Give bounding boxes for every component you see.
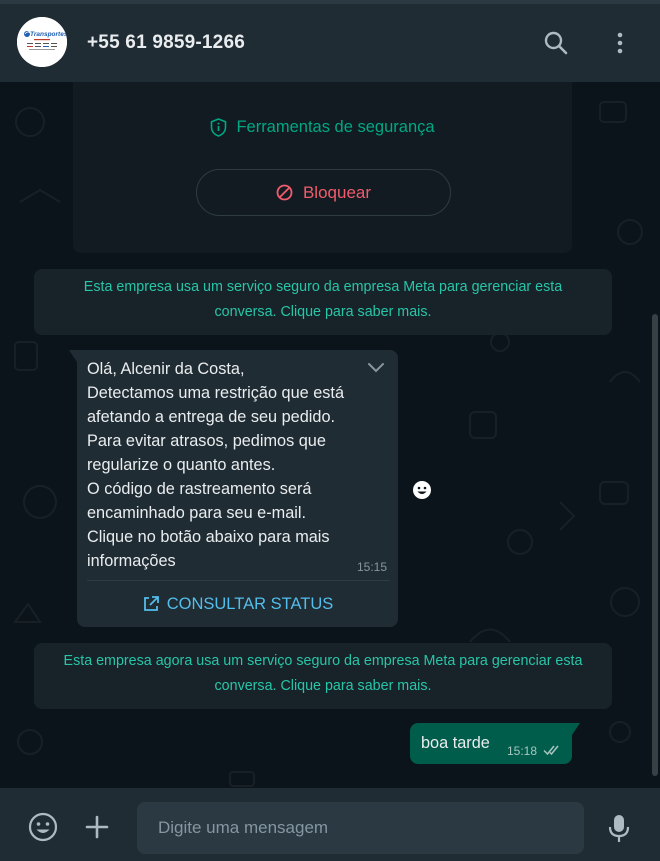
consult-status-label: CONSULTAR STATUS bbox=[166, 594, 334, 613]
menu-dots-icon[interactable] bbox=[607, 30, 633, 56]
meta-service-notice[interactable]: Esta empresa agora usa um serviço seguro… bbox=[34, 643, 612, 709]
incoming-message-text: Olá, Alcenir da Costa, Detectamos uma re… bbox=[87, 360, 345, 570]
consult-status-button[interactable]: CONSULTAR STATUS bbox=[77, 583, 398, 625]
search-icon[interactable] bbox=[543, 30, 569, 56]
plus-icon[interactable] bbox=[84, 814, 110, 840]
outgoing-message-bubble[interactable]: boa tarde 15:18 bbox=[410, 723, 580, 764]
contact-name[interactable]: +55 61 9859-1266 bbox=[87, 32, 245, 54]
message-composer bbox=[0, 788, 660, 861]
bubble-tail bbox=[69, 350, 77, 362]
company-logo-icon: Transportes bbox=[17, 17, 67, 67]
business-info-card: Ferramentas de segurança Bloquear bbox=[73, 82, 572, 253]
emoji-icon[interactable] bbox=[27, 811, 59, 843]
outgoing-message-time: 15:18 bbox=[507, 744, 538, 758]
incoming-message-bubble[interactable]: Olá, Alcenir da Costa, Detectamos uma re… bbox=[69, 350, 398, 627]
outgoing-message-text: boa tarde bbox=[421, 734, 490, 752]
message-divider bbox=[87, 580, 390, 581]
block-label: Bloquear bbox=[302, 182, 372, 202]
block-icon bbox=[276, 184, 293, 201]
security-tools-label: Ferramentas de segurança bbox=[236, 117, 435, 136]
incoming-message-time: 15:15 bbox=[357, 560, 388, 574]
smiley-icon bbox=[413, 481, 431, 499]
external-link-icon bbox=[143, 596, 159, 611]
chevron-down-icon[interactable] bbox=[366, 361, 386, 375]
message-input[interactable] bbox=[137, 802, 584, 854]
react-emoji-button[interactable] bbox=[407, 475, 437, 505]
chat-header: Transportes +55 61 9859-1266 bbox=[0, 0, 660, 82]
block-button[interactable]: Bloquear bbox=[196, 169, 451, 216]
shield-info-icon bbox=[211, 117, 227, 137]
microphone-icon[interactable] bbox=[607, 814, 631, 844]
chat-scrollbar[interactable] bbox=[652, 314, 658, 776]
meta-encryption-notice[interactable]: Esta empresa usa um serviço seguro da em… bbox=[34, 269, 612, 335]
svg-text:Transportes: Transportes bbox=[30, 31, 67, 38]
contact-avatar[interactable]: Transportes bbox=[17, 17, 67, 67]
bubble-tail bbox=[572, 723, 580, 735]
double-check-icon bbox=[543, 745, 559, 756]
message-list[interactable]: Ferramentas de segurança Bloquear Esta e… bbox=[0, 82, 660, 788]
security-tools-link[interactable]: Ferramentas de segurança bbox=[73, 116, 572, 138]
